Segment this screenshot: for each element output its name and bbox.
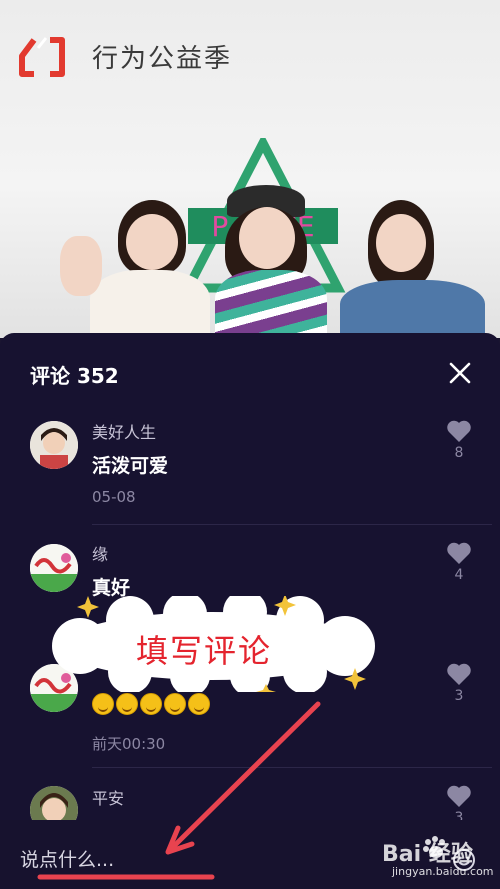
comment-username[interactable]: 平安 [92, 785, 124, 809]
comment-text: 活泼可爱 [92, 455, 169, 477]
like-count: 8 [454, 445, 464, 461]
comment-username[interactable]: 美好人生 [92, 419, 156, 443]
like-count: 3 [454, 688, 464, 704]
watermark-brand: Bai 经验 [382, 842, 473, 867]
comments-count-title: 评论 352 [30, 364, 119, 388]
comment-username[interactable]: 缘 [92, 541, 108, 565]
page-title: 行为公益季 [92, 44, 233, 74]
like-count: 4 [454, 567, 464, 583]
performer-1 [60, 200, 210, 338]
video-player[interactable]: P ANCE 行为公益季 [0, 0, 500, 338]
comment-date: 05-08 [92, 488, 136, 506]
divider [92, 767, 492, 768]
avatar[interactable] [30, 544, 78, 592]
back-arrow-icon[interactable] [16, 34, 70, 80]
heart-icon[interactable] [446, 419, 472, 443]
annotation-label: 填写评论 [136, 632, 273, 670]
performer-2 [205, 185, 335, 338]
heart-icon[interactable] [446, 662, 472, 686]
watermark-url: jingyan.baidu.com [392, 865, 494, 878]
comment-emoji-row [92, 693, 210, 717]
comment-date: 前天00:30 [92, 735, 166, 753]
smile-emoji-icon [188, 693, 210, 715]
heart-icon[interactable] [446, 541, 472, 565]
performer-3 [340, 200, 485, 338]
avatar[interactable] [30, 421, 78, 469]
smile-emoji-icon [140, 693, 162, 715]
close-icon[interactable] [448, 361, 472, 385]
comment-input[interactable] [20, 844, 300, 876]
smile-emoji-icon [116, 693, 138, 715]
divider [92, 524, 492, 525]
smile-emoji-icon [164, 693, 186, 715]
smile-emoji-icon [92, 693, 114, 715]
heart-icon[interactable] [446, 784, 472, 808]
top-bar: 行为公益季 [0, 28, 500, 84]
